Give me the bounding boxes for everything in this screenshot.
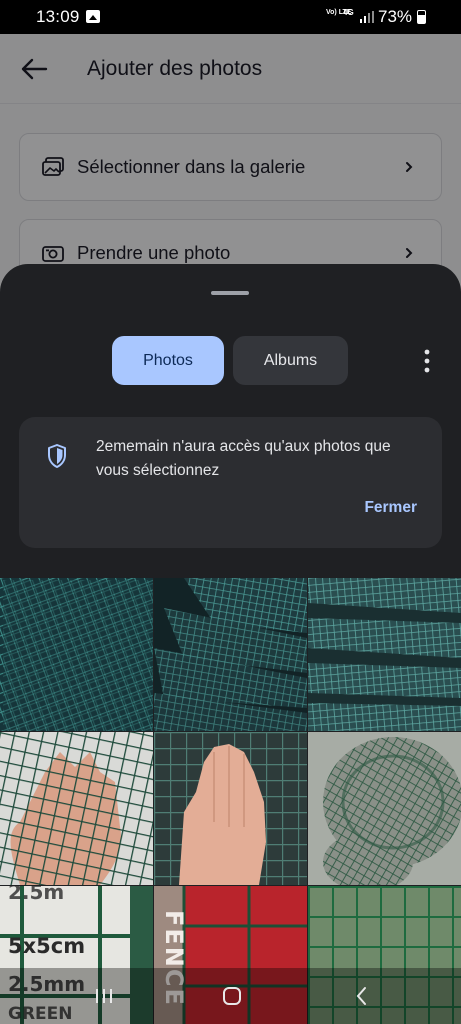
battery-level: 73% — [378, 7, 413, 26]
photo-thumbnail[interactable] — [154, 732, 307, 885]
mesh-photo-image — [0, 578, 153, 731]
access-notice-card: 2ememain n'aura accès qu'aux photos que … — [19, 417, 442, 548]
status-bar: 13:09 Vo) LTE 4G 73% — [0, 0, 461, 34]
tab-label: Albums — [263, 351, 318, 369]
tab-photos[interactable]: Photos — [112, 336, 224, 385]
home-icon[interactable] — [220, 984, 244, 1008]
back-icon[interactable] — [350, 984, 374, 1008]
mesh-photo-image — [154, 578, 307, 731]
image-notification-icon — [86, 10, 100, 23]
more-options-icon[interactable] — [420, 348, 434, 374]
photo-thumbnail[interactable] — [154, 578, 307, 731]
shield-icon — [48, 444, 66, 468]
mesh-photo-image — [308, 578, 461, 731]
mesh-photo-image — [154, 732, 307, 885]
photo-thumbnail[interactable] — [0, 578, 153, 731]
photo-thumbnail[interactable] — [0, 732, 153, 885]
system-nav-bar — [0, 968, 461, 1024]
network-type-indicator: 4G — [343, 8, 354, 17]
photo-grid: 2.5m 5x5cm 2.5mm GREEN FENCE — [0, 578, 461, 1024]
recent-apps-icon[interactable] — [92, 984, 116, 1008]
status-time: 13:09 — [36, 7, 80, 26]
photo-caption: 2.5m — [8, 886, 65, 904]
photo-caption: 5x5cm — [8, 934, 86, 958]
notice-text: 2ememain n'aura accès qu'aux photos que … — [96, 438, 391, 479]
photo-thumbnail[interactable] — [308, 732, 461, 885]
close-notice-button[interactable]: Fermer — [364, 499, 417, 517]
battery-icon — [417, 10, 426, 24]
drag-handle[interactable] — [211, 291, 249, 295]
signal-icon — [360, 11, 374, 23]
mesh-photo-image — [308, 732, 461, 885]
photo-thumbnail[interactable] — [308, 578, 461, 731]
tab-albums[interactable]: Albums — [233, 336, 348, 385]
photo-picker-sheet: Photos Albums 2ememain n'aura accès qu'a… — [0, 264, 461, 1024]
mesh-photo-image — [0, 732, 153, 885]
tab-label: Photos — [143, 351, 193, 369]
